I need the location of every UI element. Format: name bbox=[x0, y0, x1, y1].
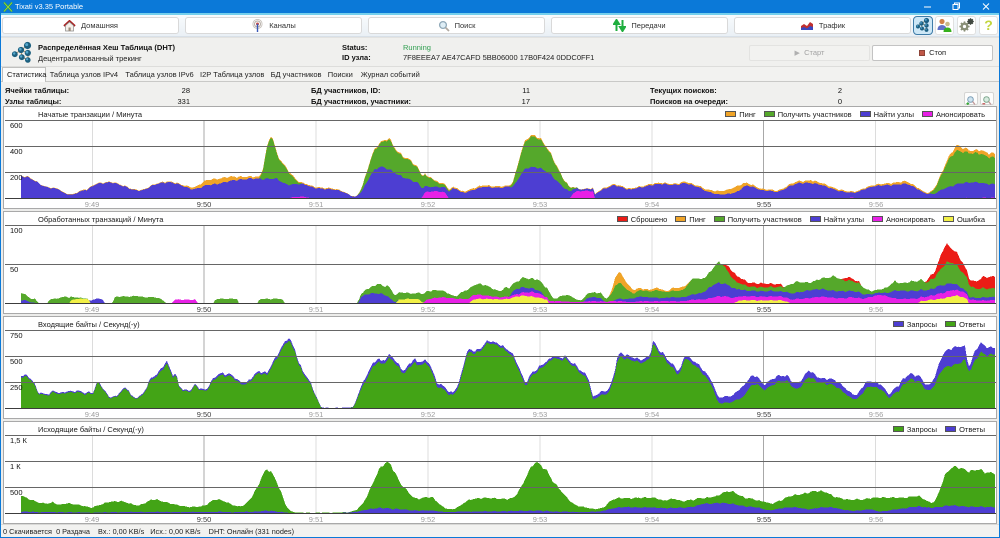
svg-text:?: ? bbox=[984, 17, 993, 33]
